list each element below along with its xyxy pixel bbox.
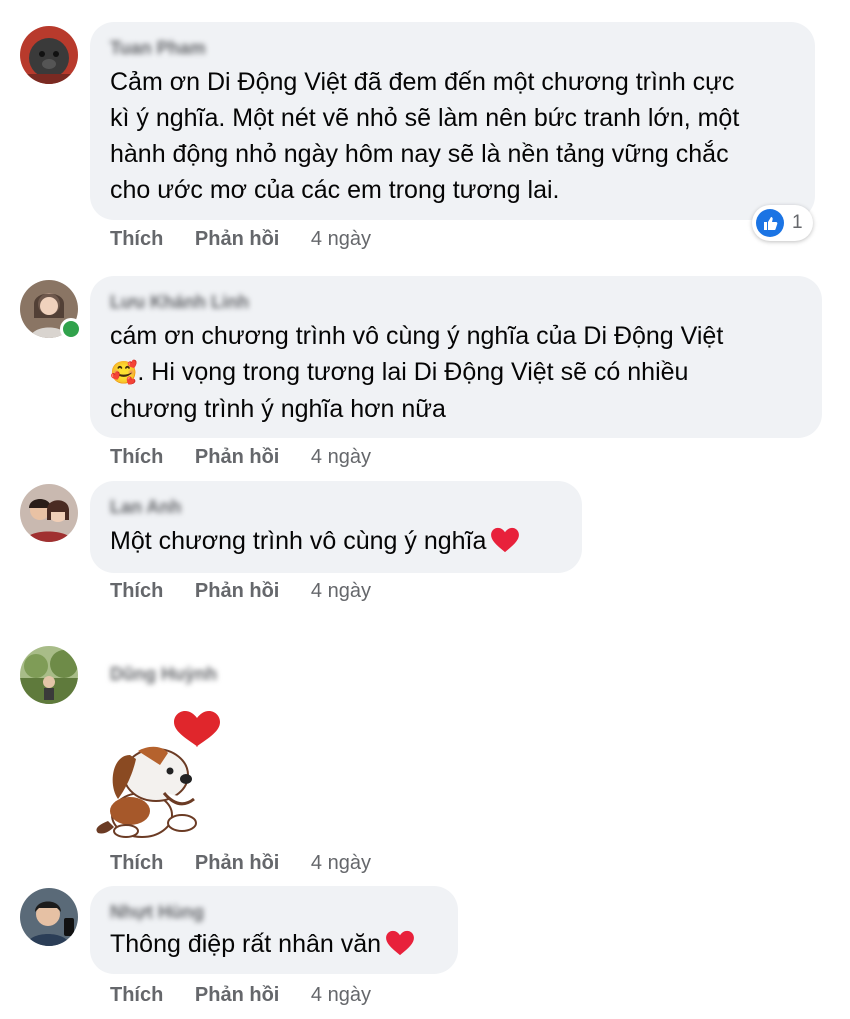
like-button[interactable]: Thích bbox=[110, 228, 163, 251]
comment-text-content: Thông điệp rất nhân văn bbox=[110, 930, 382, 958]
comment-time[interactable]: 4 ngày bbox=[311, 580, 371, 603]
avatar[interactable] bbox=[20, 646, 78, 704]
comment-author[interactable]: Lan Anh bbox=[110, 495, 562, 519]
comment-actions: Thích Phản hồi 4 ngày bbox=[110, 228, 397, 251]
comment-time[interactable]: 4 ngày bbox=[311, 852, 371, 875]
comment-bubble: Nhựt Hùng Thông điệp rất nhân văn bbox=[90, 886, 458, 974]
avatar[interactable] bbox=[20, 484, 78, 542]
comment-text: Một chương trình vô cùng ý nghĩa bbox=[110, 523, 562, 559]
comment-actions: Thích Phản hồi 4 ngày bbox=[110, 580, 397, 603]
heart-icon bbox=[491, 527, 520, 553]
heart-icon bbox=[386, 930, 414, 956]
comment-bubble: Tuan Pham Cảm ơn Di Động Việt đã đem đến… bbox=[90, 22, 815, 220]
comment-time[interactable]: 4 ngày bbox=[311, 446, 371, 469]
comment-text-continued: . Hi vọng trong tương lai Di Động Việt s… bbox=[110, 358, 689, 423]
smiling-face-with-hearts-emoji: 🥰 bbox=[110, 360, 138, 385]
reaction-summary[interactable]: 1 bbox=[752, 205, 813, 241]
comment-bubble: Lưu Khánh Linh cám ơn chương trình vô cù… bbox=[90, 276, 822, 438]
reply-button[interactable]: Phản hồi bbox=[195, 580, 279, 603]
like-button[interactable]: Thích bbox=[110, 446, 163, 469]
comment-bubble: Lan Anh Một chương trình vô cùng ý nghĩa bbox=[90, 481, 582, 573]
reply-button[interactable]: Phản hồi bbox=[195, 852, 279, 875]
avatar[interactable] bbox=[20, 26, 78, 84]
comment-time[interactable]: 4 ngày bbox=[311, 228, 371, 251]
online-status-indicator bbox=[60, 318, 82, 340]
avatar[interactable] bbox=[20, 888, 78, 946]
reply-button[interactable]: Phản hồi bbox=[195, 984, 279, 1007]
reply-button[interactable]: Phản hồi bbox=[195, 228, 279, 251]
like-button[interactable]: Thích bbox=[110, 852, 163, 875]
comment-text-line: cám ơn chương trình vô cùng ý nghĩa của … bbox=[110, 322, 724, 350]
comment-author[interactable]: Dũng Huỳnh bbox=[110, 662, 217, 686]
comment-actions: Thích Phản hồi 4 ngày bbox=[110, 446, 397, 469]
comment-author[interactable]: Lưu Khánh Linh bbox=[110, 290, 802, 314]
comment-text-content: Một chương trình vô cùng ý nghĩa bbox=[110, 527, 487, 555]
like-icon bbox=[756, 209, 784, 237]
comment-actions: Thích Phản hồi 4 ngày bbox=[110, 852, 397, 875]
puppy-heart-sticker[interactable] bbox=[86, 705, 226, 845]
comment-author[interactable]: Nhựt Hùng bbox=[110, 900, 438, 924]
comment-author[interactable]: Tuan Pham bbox=[110, 36, 795, 60]
reaction-count: 1 bbox=[792, 212, 803, 233]
reply-button[interactable]: Phản hồi bbox=[195, 446, 279, 469]
comment-text: Thông điệp rất nhân văn bbox=[110, 926, 438, 962]
comment-actions: Thích Phản hồi 4 ngày bbox=[110, 984, 397, 1007]
comment-text: Cảm ơn Di Động Việt đã đem đến một chươn… bbox=[110, 68, 740, 204]
comment-time[interactable]: 4 ngày bbox=[311, 984, 371, 1007]
comment-text: cám ơn chương trình vô cùng ý nghĩa của … bbox=[110, 318, 802, 427]
like-button[interactable]: Thích bbox=[110, 580, 163, 603]
like-button[interactable]: Thích bbox=[110, 984, 163, 1007]
